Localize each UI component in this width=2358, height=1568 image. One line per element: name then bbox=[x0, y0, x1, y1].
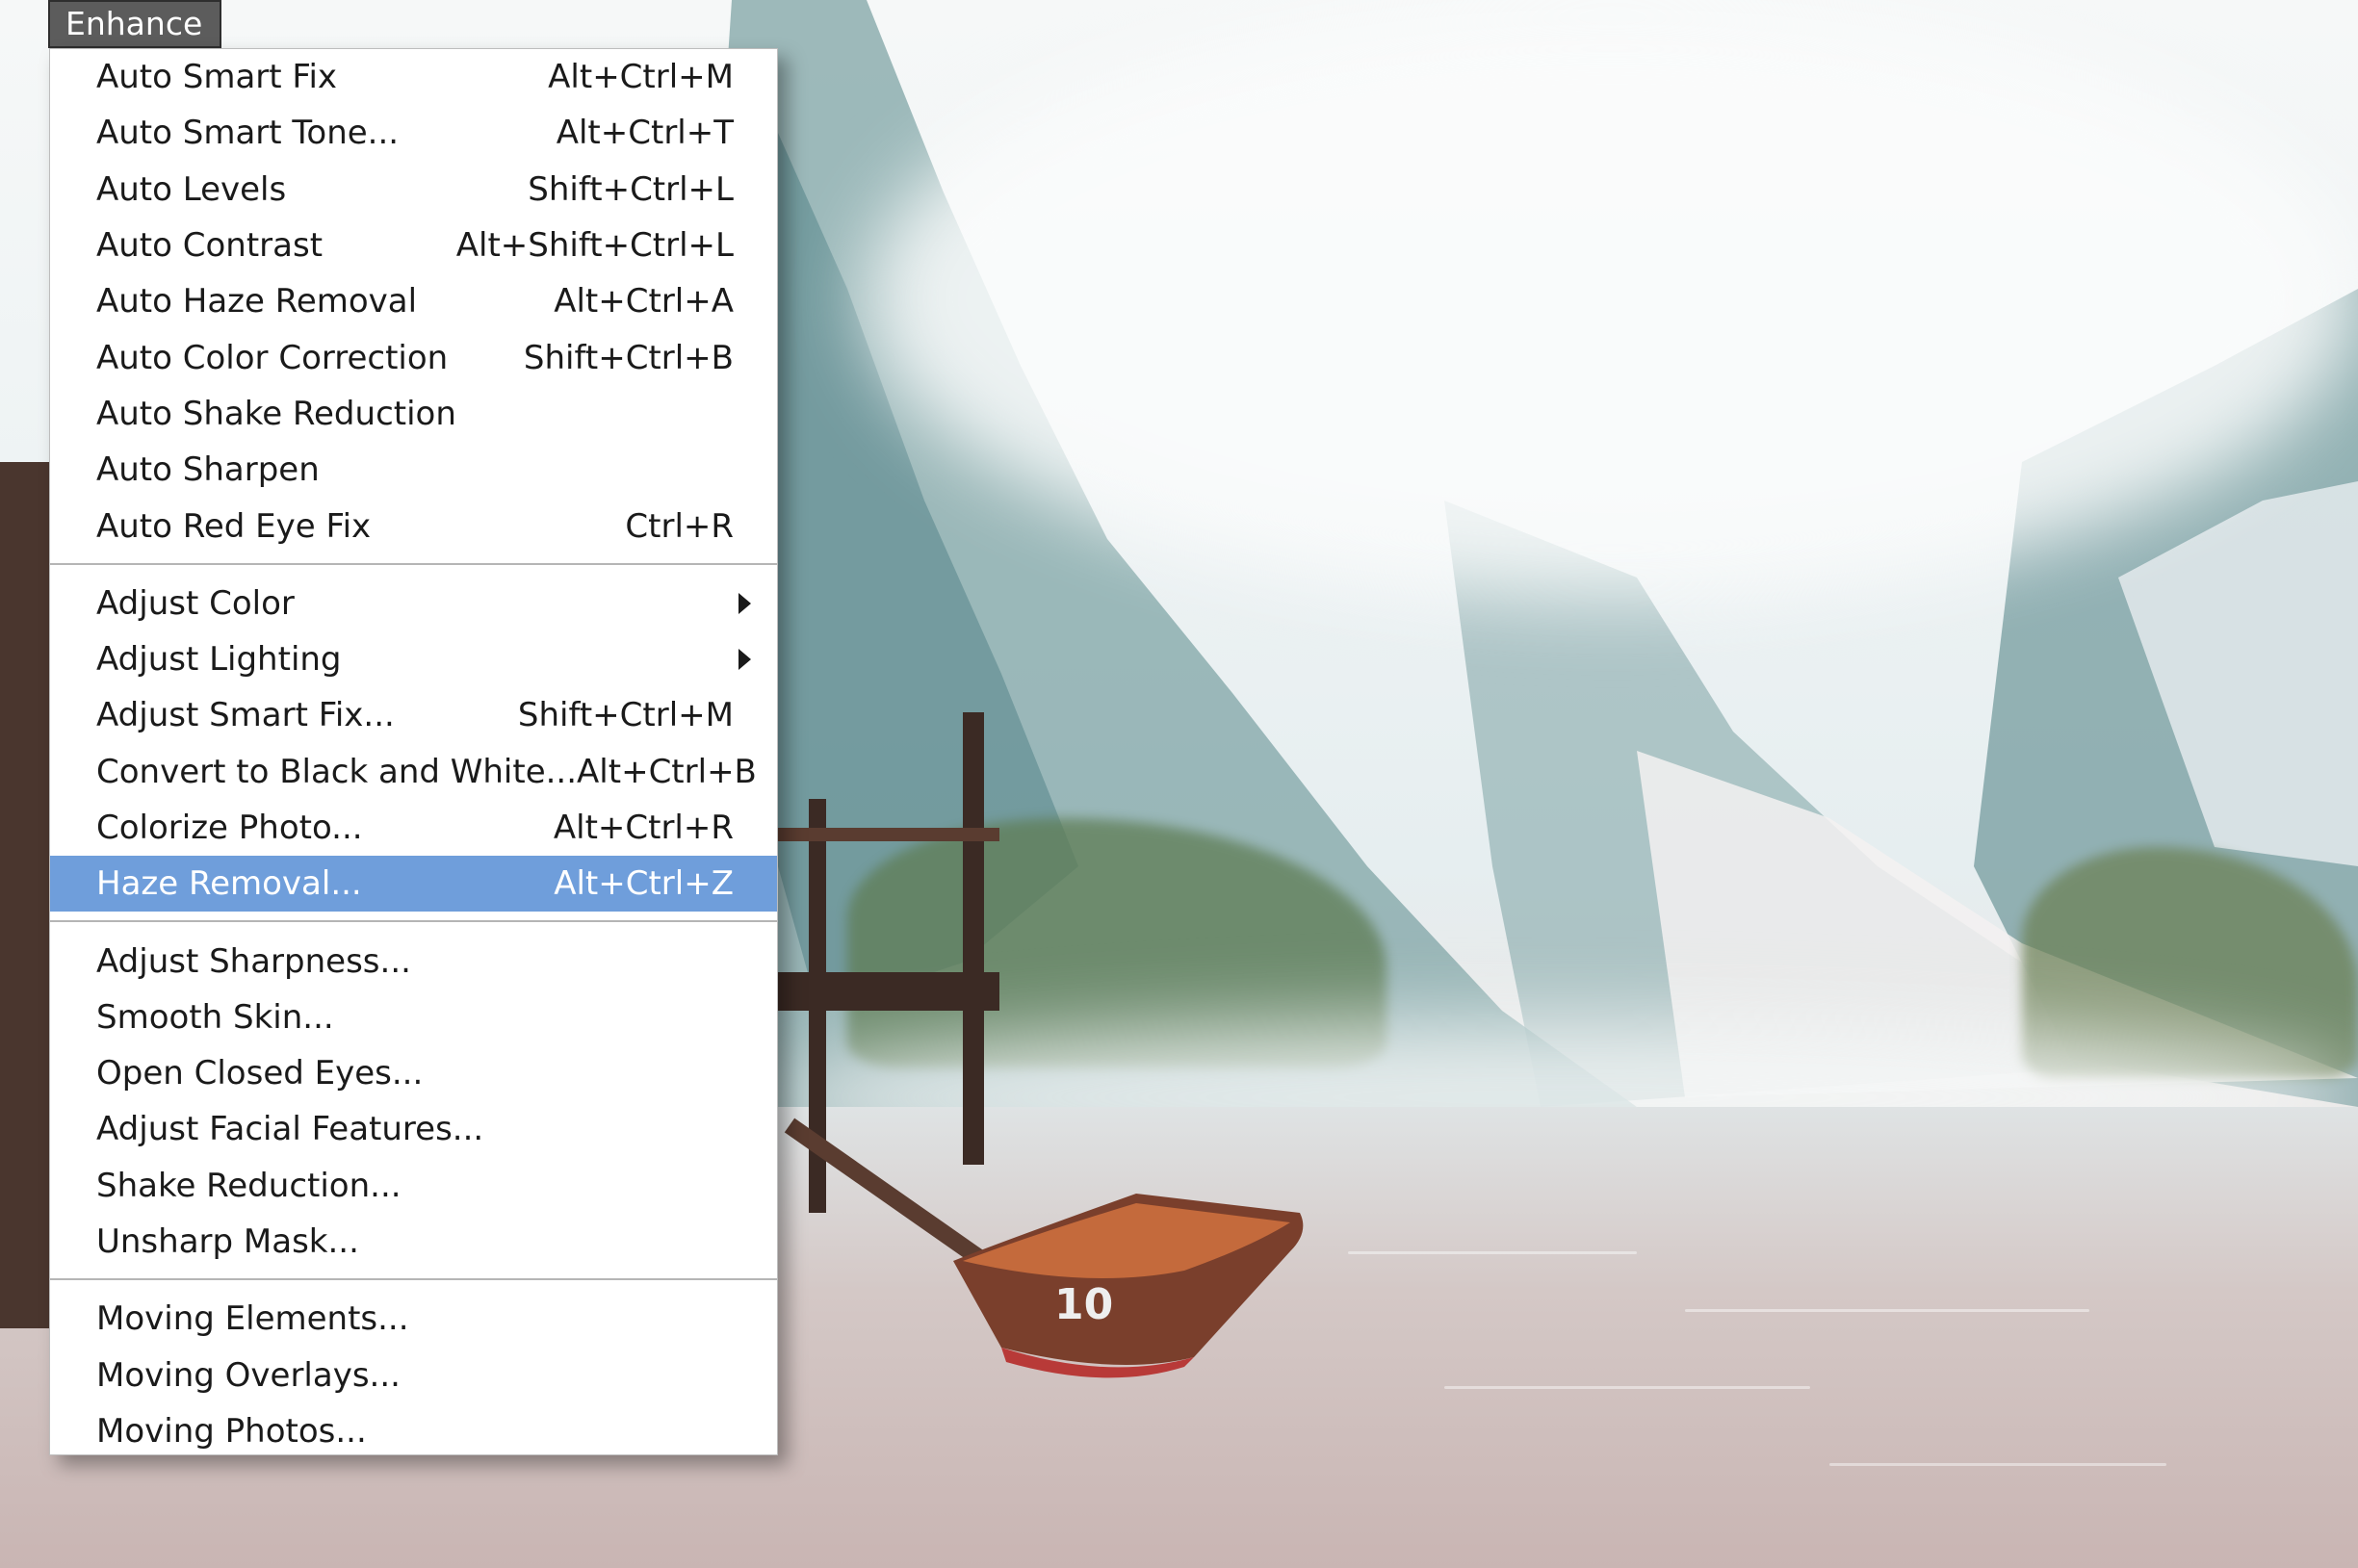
menu-item-label: Auto Color Correction bbox=[96, 338, 449, 377]
menu-item-label: Moving Overlays... bbox=[96, 1355, 401, 1395]
menu-item-adjust-lighting[interactable]: Adjust Lighting bbox=[50, 631, 777, 687]
menu-item-shortcut: Alt+Ctrl+M bbox=[548, 58, 734, 97]
menu-item-smooth-skin[interactable]: Smooth Skin... bbox=[50, 990, 777, 1045]
menu-item-label: Auto Smart Tone... bbox=[96, 114, 400, 153]
menu-separator bbox=[50, 562, 777, 565]
menu-item-open-closed-eyes[interactable]: Open Closed Eyes... bbox=[50, 1045, 777, 1101]
ripple bbox=[1829, 1463, 2166, 1466]
menu-item-label: Moving Elements... bbox=[96, 1299, 409, 1339]
menu-item-shortcut: Shift+Ctrl+B bbox=[523, 338, 734, 377]
enhance-dropdown-menu: Auto Smart Fix Alt+Ctrl+M Auto Smart Tone.… bbox=[49, 48, 778, 1455]
menu-item-haze-removal[interactable]: Haze Removal... Alt+Ctrl+Z bbox=[50, 856, 777, 913]
menu-item-label: Adjust Lighting bbox=[96, 640, 342, 680]
menu-item-label: Moving Photos... bbox=[96, 1411, 367, 1451]
menu-item-adjust-color[interactable]: Adjust Color bbox=[50, 576, 777, 631]
menu-item-label: Auto Contrast bbox=[96, 226, 324, 266]
menu-item-label: Haze Removal... bbox=[96, 864, 362, 904]
menu-item-shortcut: Alt+Ctrl+A bbox=[554, 282, 734, 321]
menu-item-label: Auto Levels bbox=[96, 169, 287, 209]
menu-item-colorize-photo[interactable]: Colorize Photo... Alt+Ctrl+R bbox=[50, 800, 777, 856]
menu-item-moving-overlays[interactable]: Moving Overlays... bbox=[50, 1348, 777, 1403]
menu-item-auto-levels[interactable]: Auto Levels Shift+Ctrl+L bbox=[50, 162, 777, 218]
menu-item-label: Auto Sharpen bbox=[96, 450, 320, 490]
ripple bbox=[1348, 1251, 1637, 1254]
menu-item-auto-sharpen[interactable]: Auto Sharpen bbox=[50, 442, 777, 498]
ripple bbox=[1444, 1386, 1810, 1389]
menu-item-label: Adjust Smart Fix... bbox=[96, 696, 395, 735]
menu-item-auto-haze-removal[interactable]: Auto Haze Removal Alt+Ctrl+A bbox=[50, 273, 777, 329]
menu-item-shortcut: Shift+Ctrl+M bbox=[517, 696, 734, 735]
menu-item-label: Shake Reduction... bbox=[96, 1166, 402, 1205]
rowboat bbox=[953, 1194, 1304, 1378]
menu-item-unsharp-mask[interactable]: Unsharp Mask... bbox=[50, 1214, 777, 1270]
menu-item-convert-to-black-and-white[interactable]: Convert to Black and White... Alt+Ctrl+B bbox=[50, 744, 777, 800]
menu-item-auto-smart-fix[interactable]: Auto Smart Fix Alt+Ctrl+M bbox=[50, 49, 777, 105]
fog-cloud bbox=[867, 0, 2358, 597]
menu-item-label: Adjust Sharpness... bbox=[96, 941, 411, 981]
menu-item-label: Colorize Photo... bbox=[96, 809, 363, 847]
menu-item-label: Adjust Color bbox=[96, 583, 295, 623]
menu-item-shortcut: Alt+Ctrl+T bbox=[556, 114, 734, 153]
menu-item-label: Auto Shake Reduction bbox=[96, 394, 456, 433]
menu-item-auto-red-eye-fix[interactable]: Auto Red Eye Fix Ctrl+R bbox=[50, 498, 777, 553]
menu-item-adjust-smart-fix[interactable]: Adjust Smart Fix... Shift+Ctrl+M bbox=[50, 687, 777, 743]
menu-item-moving-photos[interactable]: Moving Photos... bbox=[50, 1403, 777, 1459]
pier-rail bbox=[778, 972, 999, 1011]
menu-item-label: Auto Smart Fix bbox=[96, 58, 338, 97]
menu-item-auto-color-correction[interactable]: Auto Color Correction Shift+Ctrl+B bbox=[50, 329, 777, 385]
boat-number: 10 bbox=[1054, 1280, 1114, 1329]
menu-item-label: Adjust Facial Features... bbox=[96, 1110, 484, 1149]
pier-post bbox=[963, 712, 984, 1165]
menu-item-auto-shake-reduction[interactable]: Auto Shake Reduction bbox=[50, 386, 777, 442]
ripple bbox=[1685, 1309, 2089, 1312]
menu-item-shortcut: Alt+Ctrl+R bbox=[553, 809, 734, 847]
menu-item-shortcut: Alt+Ctrl+Z bbox=[554, 864, 734, 904]
menu-item-shake-reduction[interactable]: Shake Reduction... bbox=[50, 1158, 777, 1214]
menu-separator bbox=[50, 920, 777, 923]
menu-item-adjust-sharpness[interactable]: Adjust Sharpness... bbox=[50, 933, 777, 989]
menu-item-label: Open Closed Eyes... bbox=[96, 1054, 424, 1093]
menu-item-auto-contrast[interactable]: Auto Contrast Alt+Shift+Ctrl+L bbox=[50, 218, 777, 273]
submenu-arrow-icon bbox=[738, 649, 751, 671]
menu-item-shortcut: Shift+Ctrl+L bbox=[528, 169, 734, 209]
menu-item-label: Auto Haze Removal bbox=[96, 282, 418, 321]
menu-item-shortcut: Ctrl+R bbox=[625, 506, 734, 546]
menu-item-auto-smart-tone[interactable]: Auto Smart Tone... Alt+Ctrl+T bbox=[50, 105, 777, 161]
menu-enhance[interactable]: Enhance bbox=[48, 0, 221, 48]
menu-item-label: Convert to Black and White... bbox=[96, 752, 578, 791]
menu-item-label: Unsharp Mask... bbox=[96, 1222, 359, 1262]
menu-item-shortcut: Alt+Shift+Ctrl+L bbox=[455, 226, 734, 266]
menu-separator bbox=[50, 1278, 777, 1281]
menu-item-shortcut: Alt+Ctrl+B bbox=[577, 752, 757, 791]
menu-item-label: Auto Red Eye Fix bbox=[96, 506, 372, 546]
menu-item-moving-elements[interactable]: Moving Elements... bbox=[50, 1291, 777, 1347]
submenu-arrow-icon bbox=[738, 592, 751, 614]
pier-rail bbox=[778, 828, 999, 841]
menu-item-adjust-facial-features[interactable]: Adjust Facial Features... bbox=[50, 1101, 777, 1157]
menu-item-label: Smooth Skin... bbox=[96, 997, 334, 1037]
